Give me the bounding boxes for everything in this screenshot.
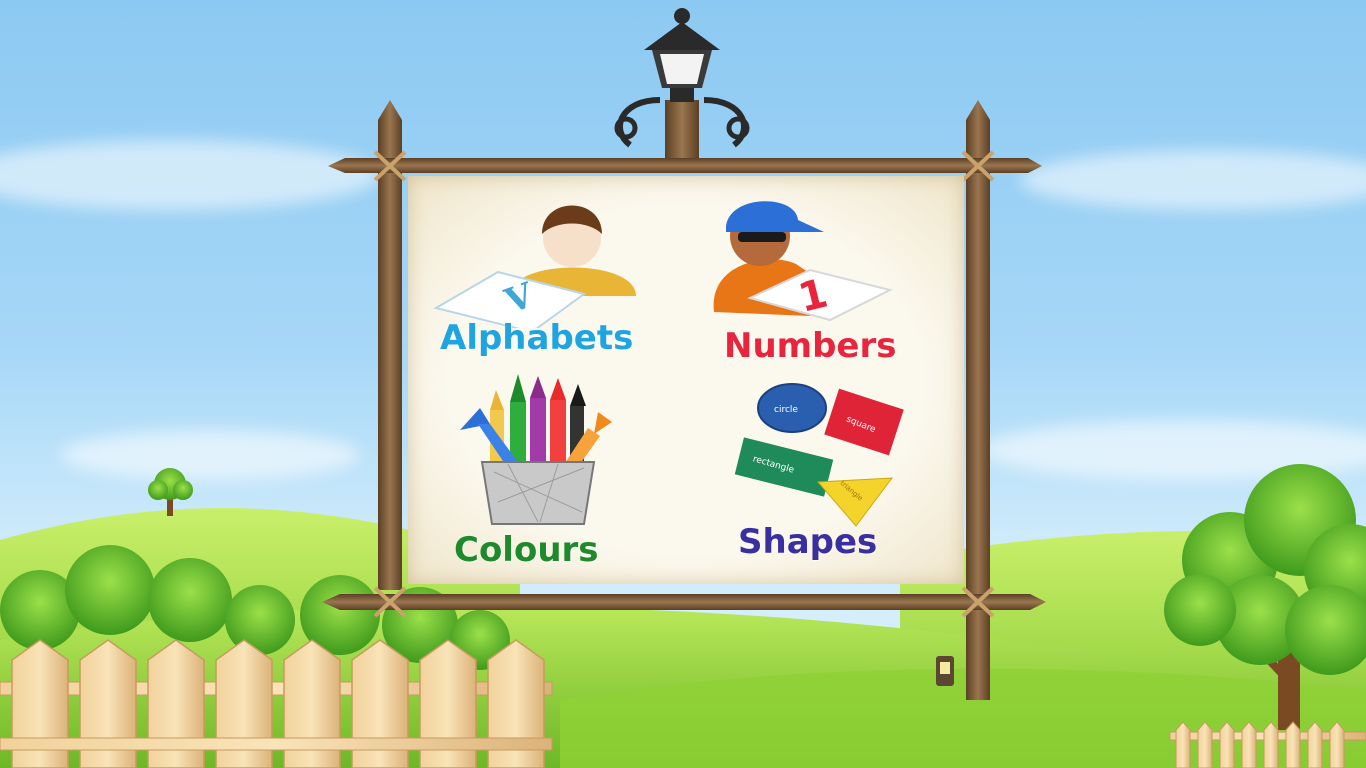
game-scene: V Alphabets 1 Numbers Colours circle squ… [0,0,1366,768]
alphabets-label: Alphabets [440,318,634,358]
circle-word: circle [774,405,798,415]
child-with-number-card-icon: 1 [713,201,893,322]
colours-label: Colours [454,530,599,570]
numbers-tile[interactable]: 1 Numbers [700,192,950,372]
shapes-label: Shapes [738,522,878,562]
shape-cards-icon: circle square rectangle triangle [734,383,904,527]
alphabets-tile[interactable]: V Alphabets [428,188,668,363]
colours-tile[interactable]: Colours [448,372,648,570]
numbers-label: Numbers [724,326,897,366]
crayon-cup-icon [460,374,612,525]
shapes-tile[interactable]: circle square rectangle triangle Shapes [726,382,932,568]
menu-board: V Alphabets 1 Numbers Colours circle squ… [408,176,964,584]
child-with-letter-card-icon: V [433,205,636,328]
